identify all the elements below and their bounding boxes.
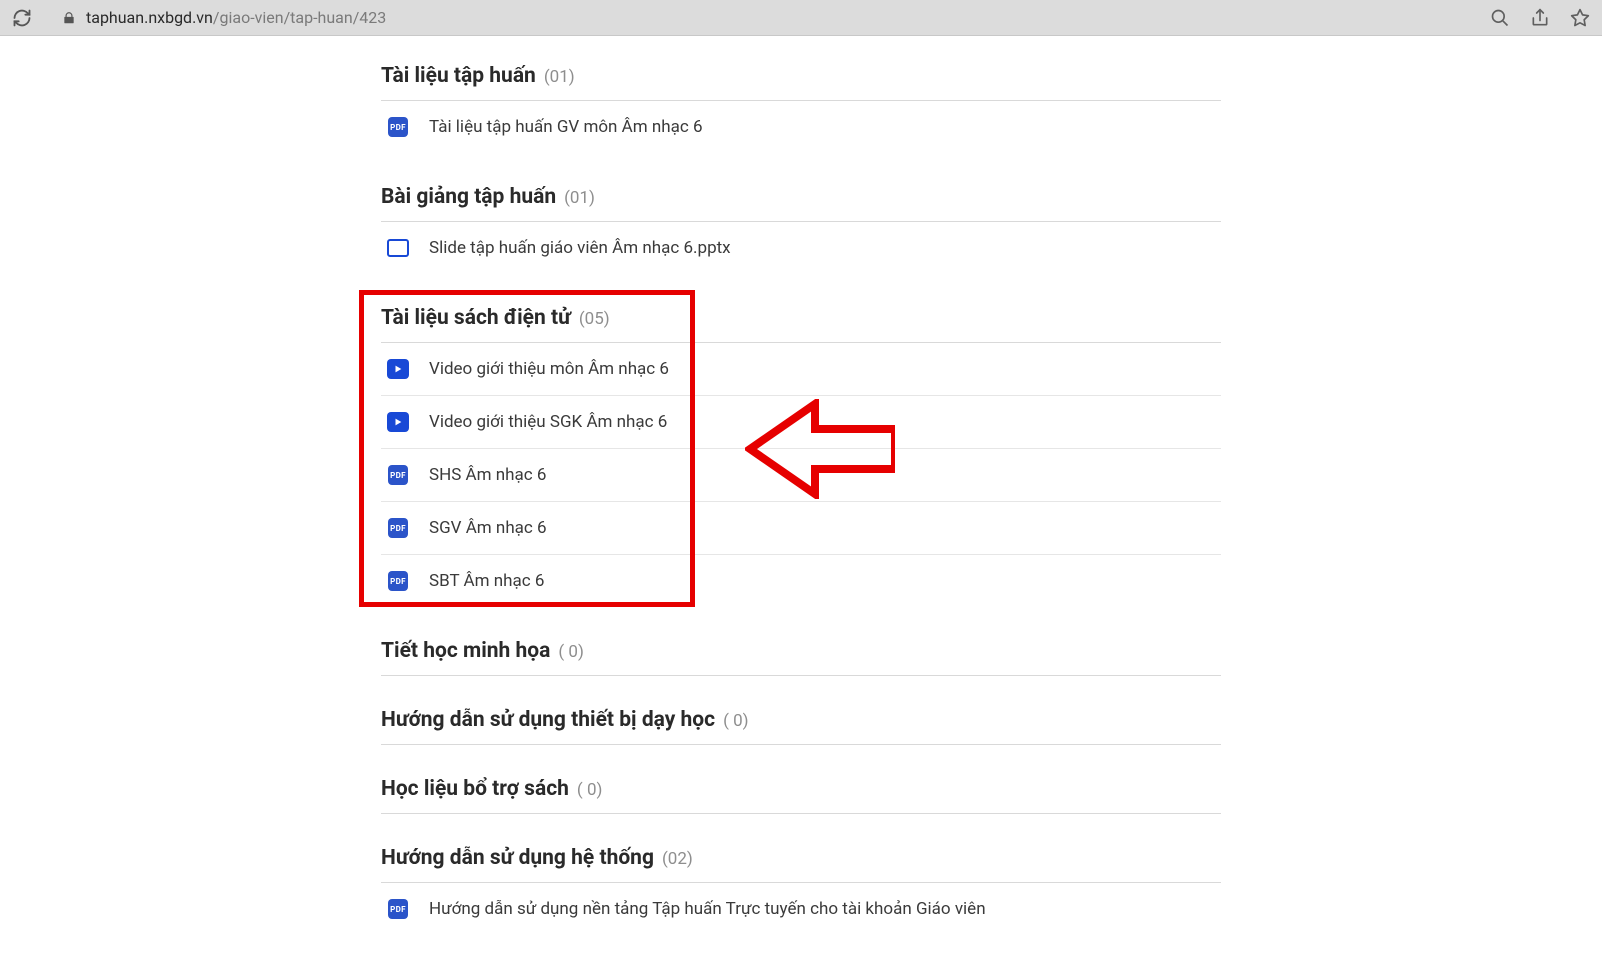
section-title: Bài giảng tập huấn xyxy=(381,185,556,209)
video-icon xyxy=(387,358,409,380)
resource-item[interactable]: Video giới thiệu môn Âm nhạc 6 xyxy=(381,343,1221,396)
pdf-icon: PDF xyxy=(387,570,409,592)
resource-label: Tài liệu tập huấn GV môn Âm nhạc 6 xyxy=(429,117,703,137)
resource-label: Slide tập huấn giáo viên Âm nhạc 6.pptx xyxy=(429,238,731,258)
section-count: ( 0) xyxy=(577,780,603,800)
section: Hướng dẫn sử dụng thiết bị dạy học ( 0) xyxy=(381,698,1221,745)
resource-label: SGV Âm nhạc 6 xyxy=(429,518,547,538)
resource-label: SHS Âm nhạc 6 xyxy=(429,465,546,485)
section-count: ( 0) xyxy=(558,642,584,662)
section-count: (01) xyxy=(544,67,575,87)
slide-icon xyxy=(387,237,409,259)
pdf-icon: PDF xyxy=(387,898,409,920)
video-icon xyxy=(387,411,409,433)
section-count: ( 0) xyxy=(723,711,749,731)
section: Bài giảng tập huấn (01) Slide tập huấn giá… xyxy=(381,175,1221,274)
section-header: Học liệu bổ trợ sách ( 0) xyxy=(381,767,1221,814)
section-title: Tài liệu sách điện tử xyxy=(381,306,571,330)
pdf-icon: PDF xyxy=(387,464,409,486)
section-header: Hướng dẫn sử dụng hệ thống (02) xyxy=(381,836,1221,883)
lock-icon xyxy=(62,11,76,25)
section-header: Hướng dẫn sử dụng thiết bị dạy học ( 0) xyxy=(381,698,1221,745)
section: Tiết học minh họa ( 0) xyxy=(381,629,1221,676)
address-bar[interactable]: taphuan.nxbgd.vn/giao-vien/tap-huan/423 xyxy=(50,4,1472,32)
section-count: (02) xyxy=(662,849,693,869)
pdf-icon: PDF xyxy=(387,517,409,539)
section-title: Tiết học minh họa xyxy=(381,639,550,663)
url-text: taphuan.nxbgd.vn/giao-vien/tap-huan/423 xyxy=(86,8,386,27)
resource-label: Video giới thiệu SGK Âm nhạc 6 xyxy=(429,412,667,432)
section: Hướng dẫn sử dụng hệ thống (02) PDF Hướng d… xyxy=(381,836,1221,935)
section-header: Tài liệu sách điện tử (05) xyxy=(381,296,1221,343)
section-header: Tiết học minh họa ( 0) xyxy=(381,629,1221,676)
browser-toolbar: taphuan.nxbgd.vn/giao-vien/tap-huan/423 xyxy=(0,0,1602,36)
section-title: Học liệu bổ trợ sách xyxy=(381,777,569,801)
section-title: Hướng dẫn sử dụng hệ thống xyxy=(381,846,654,870)
resource-item[interactable]: PDF SHS Âm nhạc 6 xyxy=(381,449,1221,502)
resource-label: Video giới thiệu môn Âm nhạc 6 xyxy=(429,359,669,379)
reload-icon[interactable] xyxy=(12,8,32,28)
share-icon[interactable] xyxy=(1530,8,1550,28)
star-icon[interactable] xyxy=(1570,8,1590,28)
section-count: (05) xyxy=(579,309,610,329)
resource-label: SBT Âm nhạc 6 xyxy=(429,571,544,591)
section-title: Tài liệu tập huấn xyxy=(381,64,536,88)
resource-item[interactable]: PDF Tài liệu tập huấn GV môn Âm nhạc 6 xyxy=(381,101,1221,153)
resource-item[interactable]: PDF SGV Âm nhạc 6 xyxy=(381,502,1221,555)
resource-item[interactable]: PDF SBT Âm nhạc 6 xyxy=(381,555,1221,607)
section: Học liệu bổ trợ sách ( 0) xyxy=(381,767,1221,814)
section: Tài liệu tập huấn (01) PDF Tài liệu tập huấ… xyxy=(381,54,1221,153)
resource-item[interactable]: Slide tập huấn giáo viên Âm nhạc 6.pptx xyxy=(381,222,1221,274)
pdf-icon: PDF xyxy=(387,116,409,138)
section-title: Hướng dẫn sử dụng thiết bị dạy học xyxy=(381,708,715,732)
section-header: Tài liệu tập huấn (01) xyxy=(381,54,1221,101)
resource-item[interactable]: Video giới thiệu SGK Âm nhạc 6 xyxy=(381,396,1221,449)
zoom-icon[interactable] xyxy=(1490,8,1510,28)
section: Tài liệu sách điện tử (05) Video giới thiệ… xyxy=(381,296,1221,607)
section-header: Bài giảng tập huấn (01) xyxy=(381,175,1221,222)
resource-label: Hướng dẫn sử dụng nền tảng Tập huấn Trực… xyxy=(429,899,986,919)
page-content: Tài liệu tập huấn (01) PDF Tài liệu tập huấ… xyxy=(0,36,1602,977)
section-count: (01) xyxy=(564,188,595,208)
resource-item[interactable]: PDF Hướng dẫn sử dụng nền tảng Tập huấn T… xyxy=(381,883,1221,935)
